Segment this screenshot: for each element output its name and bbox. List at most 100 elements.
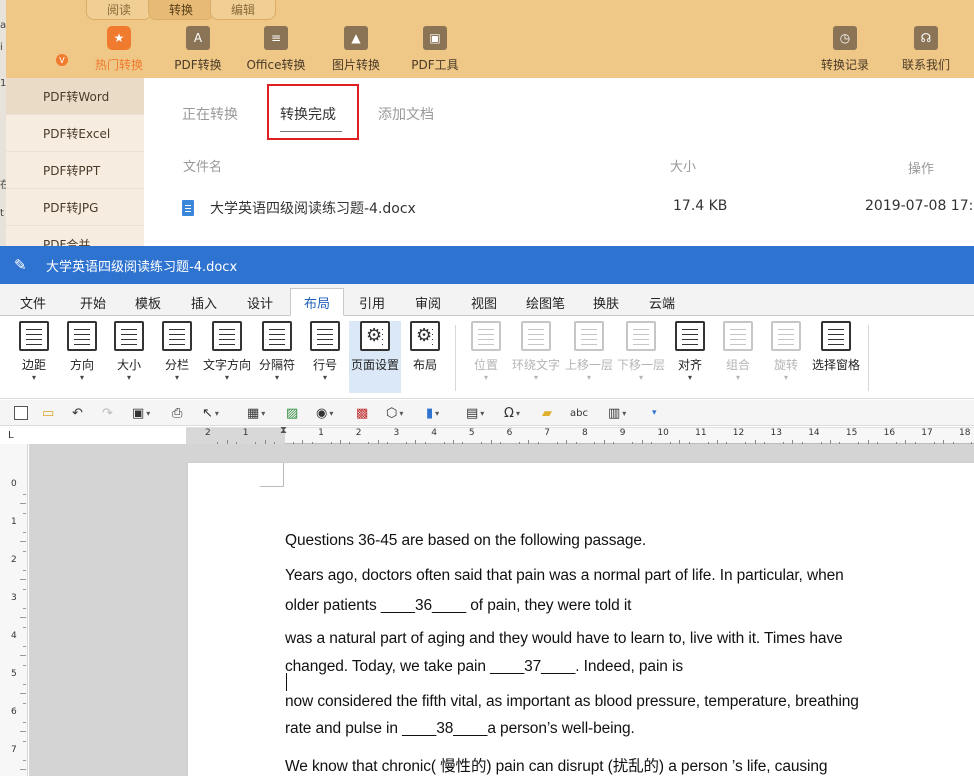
send-backward-button[interactable]: 下移一层 ▾ — [615, 321, 667, 393]
ruler-tick — [23, 626, 26, 628]
new-document-icon[interactable] — [14, 404, 28, 422]
group-button[interactable]: 组合 ▾ — [720, 321, 756, 393]
mode-tabs: 阅读 转换 编辑 — [86, 0, 276, 20]
title-bar: ✎ 大学英语四级阅读练习题-4.docx — [0, 246, 974, 284]
horizontal-ruler[interactable]: ⧗ 2 1 1 2 3 4 5 6 7 8 9 10 11 12 13 14 15 16 17 18 — [186, 425, 974, 444]
ruler-number: 2 — [205, 428, 211, 438]
layout-settings-button[interactable]: 布局 — [405, 321, 445, 393]
document-text-line[interactable]: was a natural part of aging and they wou… — [285, 630, 843, 648]
line-numbers-button[interactable]: 行号 ▾ — [305, 321, 345, 393]
document-text-line[interactable]: Years ago, doctors often said that pain … — [285, 567, 844, 585]
ruler-corner[interactable]: L — [8, 430, 14, 441]
highlight-box — [267, 84, 359, 140]
print-icon[interactable]: ⎙ — [172, 404, 182, 422]
dropdown-arrow-icon: ▾ — [126, 373, 131, 382]
ruler-number: 0 — [11, 479, 17, 489]
tab-convert[interactable]: 转换 — [148, 0, 214, 20]
menu-design[interactable]: 设计 — [241, 288, 279, 316]
wrap-text-button[interactable]: 环绕文字 ▾ — [510, 321, 562, 393]
tab-edit[interactable]: 编辑 — [210, 0, 276, 20]
menu-view[interactable]: 视图 — [465, 288, 503, 316]
position-button[interactable]: 位置 ▾ — [466, 321, 506, 393]
menu-cloud[interactable]: 云端 — [643, 288, 681, 316]
document-text-line[interactable]: We know that chronic( 慢性的) pain can disr… — [285, 754, 828, 776]
image-icon: ▲ — [344, 26, 368, 50]
ruler-number: 15 — [845, 428, 858, 438]
textbox-icon[interactable]: ▤ ▾ — [466, 404, 484, 422]
sidebar-item-pdf-to-ppt[interactable]: PDF转PPT — [6, 152, 144, 189]
symbol-icon[interactable]: Ω ▾ — [504, 404, 520, 422]
office-convert-button[interactable]: ≡ Office转换 — [236, 26, 316, 74]
redo-icon[interactable]: ↷ — [102, 404, 113, 422]
menu-references[interactable]: 引用 — [353, 288, 391, 316]
tab-converting[interactable]: 正在转换 — [182, 104, 238, 124]
selection-pane-button[interactable]: 选择窗格 — [810, 321, 862, 393]
picture-icon[interactable]: ▨ — [286, 404, 298, 422]
converter-window: a i 1 在 t 阅读 转换 编辑 ★ 热门转换 A PDF转换 ≡ Offi… — [0, 0, 974, 263]
sticky-note-icon[interactable]: ▰ — [542, 404, 552, 422]
page-setup-button[interactable]: 页面设置 — [349, 321, 401, 393]
hot-convert-button[interactable]: ★ 热门转换 — [79, 26, 159, 74]
open-folder-icon[interactable]: ▭ — [42, 404, 54, 422]
selection-pane-label: 选择窗格 — [811, 358, 860, 372]
file-row[interactable]: 大学英语四级阅读练习题-4.docx 17.4 KB 2019-07-08 17… — [182, 198, 974, 218]
more-tools-icon[interactable]: ▥ ▾ — [608, 404, 626, 422]
rotate-button[interactable]: 旋转 ▾ — [768, 321, 804, 393]
select-pointer-icon[interactable]: ↖ ▾ — [202, 404, 219, 422]
menu-home[interactable]: 开始 — [74, 288, 112, 316]
align-button[interactable]: 对齐 ▾ — [672, 321, 708, 393]
orientation-button[interactable]: 方向 ▾ — [62, 321, 102, 393]
text-direction-button[interactable]: 文字方向 ▾ — [201, 321, 253, 393]
menu-file[interactable]: 文件 — [14, 288, 52, 316]
tab-add-document[interactable]: 添加文档 — [378, 104, 434, 124]
pdf-convert-button[interactable]: A PDF转换 — [158, 26, 238, 74]
menu-insert[interactable]: 插入 — [185, 288, 223, 316]
menu-draw-pen[interactable]: 绘图笔 — [520, 288, 571, 316]
sidebar-item-pdf-to-jpg[interactable]: PDF转JPG — [6, 189, 144, 226]
ruler-tick — [20, 731, 26, 732]
undo-icon[interactable]: ↶ — [72, 404, 83, 422]
size-button[interactable]: 大小 ▾ — [109, 321, 149, 393]
spell-check-icon[interactable]: abc — [570, 404, 588, 422]
chart-icon[interactable]: ▮ ▾ — [426, 404, 439, 422]
tab-read[interactable]: 阅读 — [86, 0, 152, 20]
contact-us-button[interactable]: ☊ 联系我们 — [886, 26, 966, 74]
menu-layout[interactable]: 布局 — [290, 288, 344, 316]
vip-badge-icon[interactable]: V — [56, 54, 68, 66]
save-icon[interactable]: ▣ ▾ — [132, 404, 150, 422]
columns-icon — [162, 321, 192, 351]
layout-label: 布局 — [412, 358, 437, 372]
margins-button[interactable]: 边距 ▾ — [14, 321, 54, 393]
clipart-icon[interactable]: ▩ — [356, 404, 368, 422]
document-text-line[interactable]: changed. Today, we take pain ____37____.… — [285, 658, 683, 676]
office-convert-label: Office转换 — [246, 58, 306, 72]
convert-history-button[interactable]: ◷ 转换记录 — [805, 26, 885, 74]
menu-review[interactable]: 审阅 — [409, 288, 447, 316]
customize-toolbar-icon[interactable]: ▾ — [652, 404, 657, 422]
table-icon[interactable]: ▦ ▾ — [247, 404, 265, 422]
menu-templates[interactable]: 模板 — [129, 288, 167, 316]
size-label: 大小 — [116, 358, 141, 372]
pdf-tools-button[interactable]: ▣ PDF工具 — [395, 26, 475, 74]
document-page[interactable]: Questions 36-45 are based on the followi… — [187, 462, 974, 776]
screenshot-icon[interactable]: ◉ ▾ — [316, 404, 333, 422]
document-text-line[interactable]: now considered the fifth vital, as impor… — [285, 693, 859, 711]
breaks-button[interactable]: 分隔符 ▾ — [256, 321, 298, 393]
bring-forward-button[interactable]: 上移一层 ▾ — [563, 321, 615, 393]
ruler-number: 2 — [11, 555, 17, 565]
dropdown-arrow-icon: ▾ — [533, 373, 538, 382]
margins-icon — [19, 321, 49, 351]
columns-button[interactable]: 分栏 ▾ — [157, 321, 197, 393]
image-convert-button[interactable]: ▲ 图片转换 — [316, 26, 396, 74]
document-text-line[interactable]: older patients ____36____ of pain, they … — [285, 597, 631, 615]
sidebar-item-pdf-to-word[interactable]: PDF转Word — [6, 78, 144, 115]
ruler-number: 5 — [468, 428, 475, 438]
vertical-ruler[interactable]: 0 1 2 3 4 5 6 7 — [0, 444, 28, 776]
sidebar-item-pdf-to-excel[interactable]: PDF转Excel — [6, 115, 144, 152]
document-text-line[interactable]: Questions 36-45 are based on the followi… — [285, 532, 646, 550]
ruler-tick — [20, 541, 26, 542]
shapes-icon[interactable]: ⬡ ▾ — [386, 404, 403, 422]
document-text-line[interactable]: rate and pulse in ____38____a person’s w… — [285, 720, 635, 738]
more-tools-glyph: ▥ — [608, 405, 621, 421]
menu-skin[interactable]: 换肤 — [587, 288, 625, 316]
